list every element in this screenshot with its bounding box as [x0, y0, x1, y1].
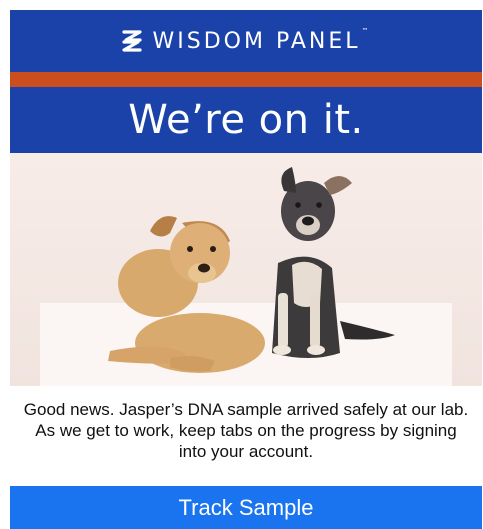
accent-stripe: [10, 72, 482, 87]
two-puppies-photo: [10, 153, 482, 386]
headline-banner: We’re on it.: [10, 87, 482, 153]
headline: We’re on it.: [128, 97, 364, 143]
brand-name: WISDOM PANEL™: [152, 26, 372, 54]
trademark-symbol: ™: [361, 26, 372, 35]
wisdom-panel-mark-icon: [121, 30, 142, 52]
brand-header: WISDOM PANEL™: [10, 10, 482, 72]
email-container: WISDOM PANEL™ We’re on it. Good news. Ja…: [10, 10, 482, 529]
confirmation-message: Good news. Jasper’s DNA sample arrived s…: [23, 400, 469, 461]
track-sample-button[interactable]: Track Sample: [10, 486, 482, 529]
